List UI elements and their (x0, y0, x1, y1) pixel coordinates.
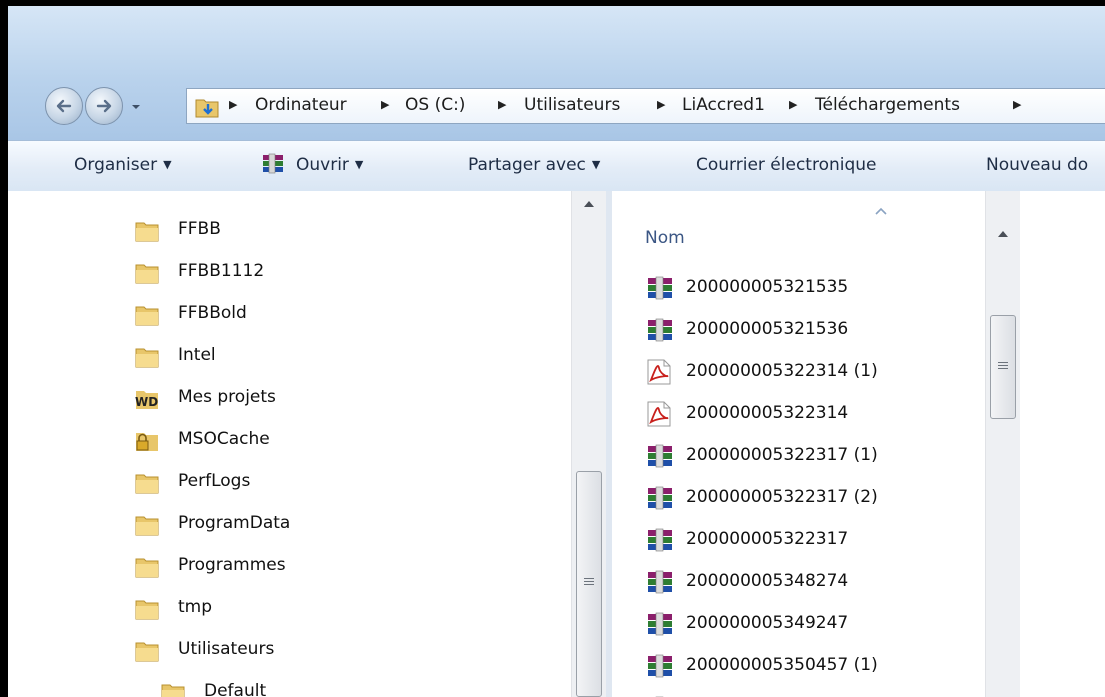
winrar-archive-icon (644, 653, 676, 679)
breadcrumb-arrow-icon[interactable]: ▶ (498, 98, 506, 111)
winrar-archive-icon (644, 317, 676, 343)
chevron-down-icon: ▼ (591, 158, 601, 171)
open-button[interactable]: Ouvrir ▼ (260, 153, 364, 175)
chevron-down-icon: ▼ (354, 158, 364, 171)
command-bar: Organiser ▼ Ouvrir ▼ Partager avec ▼ Courri… (8, 140, 1105, 192)
folder-icon (134, 219, 160, 243)
file-name: 200000005322314 (1) (686, 361, 878, 381)
explorer-window: ▶ Ordinateur ▶ OS (C:) ▶ Utilisateurs ▶ … (8, 6, 1105, 697)
breadcrumb-arrow-icon[interactable]: ▶ (229, 98, 237, 111)
grip-line (998, 362, 1008, 363)
grip-line (998, 365, 1008, 366)
file-name: 200000005322317 (686, 529, 849, 549)
open-label: Ouvrir (296, 155, 349, 175)
tree-item-label: Default (204, 681, 267, 697)
file-name: 200000005321536 (686, 319, 849, 339)
winrar-archive-icon (644, 569, 676, 595)
arrow-left-icon (56, 99, 72, 113)
column-header-name[interactable]: Nom (645, 228, 685, 248)
grip-line (584, 578, 594, 579)
file-name: 200000005348274 (686, 571, 849, 591)
organise-button[interactable]: Organiser ▼ (74, 155, 172, 175)
sort-ascending-icon (875, 207, 887, 215)
breadcrumb-downloads[interactable]: Téléchargements (815, 95, 960, 115)
folder-icon (134, 345, 160, 369)
tree-item-label: FFBB1112 (178, 261, 265, 281)
winrar-archive-icon (644, 611, 676, 637)
tree-item-label: Intel (178, 345, 216, 365)
breadcrumb-arrow-icon[interactable]: ▶ (789, 98, 797, 111)
folder-icon (134, 639, 160, 663)
pdf-icon (644, 359, 676, 385)
tree-item-label: FFBBold (178, 303, 247, 323)
winrar-archive-icon (644, 485, 676, 511)
forward-button[interactable] (85, 87, 123, 125)
folder-icon (134, 471, 160, 495)
windev-project-icon: WD (134, 387, 160, 411)
chevron-down-icon: ▼ (163, 158, 172, 171)
file-name: 200000005349247 (686, 613, 849, 633)
winrar-archive-icon (263, 153, 283, 174)
breadcrumb-users[interactable]: Utilisateurs (524, 95, 620, 115)
folder-icon (134, 261, 160, 285)
breadcrumb-arrow-icon[interactable]: ▶ (1013, 98, 1021, 111)
tree-item-label: ProgramData (178, 513, 291, 533)
breadcrumb-user[interactable]: LiAccred1 (682, 95, 765, 115)
share-button[interactable]: Partager avec ▼ (468, 155, 600, 175)
file-list: Nom 200000005321535 200000005321536 200000… (612, 191, 985, 697)
new-folder-button[interactable]: Nouveau do (986, 155, 1088, 175)
navigation-pane-scrollbar[interactable] (571, 191, 607, 697)
file-name: 200000005322314 (686, 403, 849, 423)
grip-line (584, 581, 594, 582)
grip-line (998, 368, 1008, 369)
tree-item-label: Mes projets (178, 387, 276, 407)
back-button[interactable] (45, 87, 83, 125)
email-button[interactable]: Courrier électronique (696, 155, 877, 175)
scroll-up-icon[interactable] (582, 199, 596, 209)
file-name: 200000005322317 (1) (686, 445, 878, 465)
winrar-archive-icon (644, 527, 676, 553)
title-bar: ▶ Ordinateur ▶ OS (C:) ▶ Utilisateurs ▶ … (8, 6, 1105, 140)
breadcrumb-computer[interactable]: Ordinateur (255, 95, 347, 115)
file-list-scroll-thumb[interactable] (990, 315, 1016, 419)
folder-download-icon (195, 99, 219, 118)
winrar-archive-icon (644, 275, 676, 301)
details-area (1020, 191, 1105, 697)
breadcrumb-arrow-icon[interactable]: ▶ (657, 98, 665, 111)
grip-line (584, 584, 594, 585)
tree-item-label: MSOCache (178, 429, 270, 449)
tree-item-label: Utilisateurs (178, 639, 275, 659)
navigation-buttons (41, 87, 181, 127)
tree-item-label: tmp (178, 597, 213, 617)
locked-folder-icon (134, 429, 160, 453)
folder-icon (160, 681, 186, 697)
tree-item-label: FFBB (178, 219, 221, 239)
address-bar[interactable]: ▶ Ordinateur ▶ OS (C:) ▶ Utilisateurs ▶ … (186, 88, 1105, 124)
winrar-archive-icon (644, 443, 676, 469)
file-name: 200000005321535 (686, 277, 849, 297)
file-list-scrollbar[interactable] (985, 191, 1021, 697)
folder-icon (134, 303, 160, 327)
scroll-up-icon[interactable] (996, 229, 1010, 239)
folder-icon (134, 597, 160, 621)
file-name: 200000005350457 (1) (686, 655, 878, 675)
tree-item-label: Programmes (178, 555, 286, 575)
share-label: Partager avec (468, 155, 586, 175)
arrow-right-icon (96, 99, 112, 113)
file-name: 200000005322317 (2) (686, 487, 878, 507)
tree-item-label: PerfLogs (178, 471, 251, 491)
svg-text:WD: WD (135, 395, 158, 409)
organise-label: Organiser (74, 155, 158, 175)
folder-icon (134, 555, 160, 579)
recent-pages-dropdown-icon[interactable] (129, 100, 143, 114)
breadcrumb-drive[interactable]: OS (C:) (405, 95, 465, 115)
folder-icon (134, 513, 160, 537)
navigation-scroll-thumb[interactable] (576, 471, 602, 697)
breadcrumb-arrow-icon[interactable]: ▶ (381, 98, 389, 111)
navigation-pane: FFBB FFBB1112 FFBBold Intel WD Mes projets MSO… (8, 191, 606, 697)
pdf-icon (644, 401, 676, 427)
